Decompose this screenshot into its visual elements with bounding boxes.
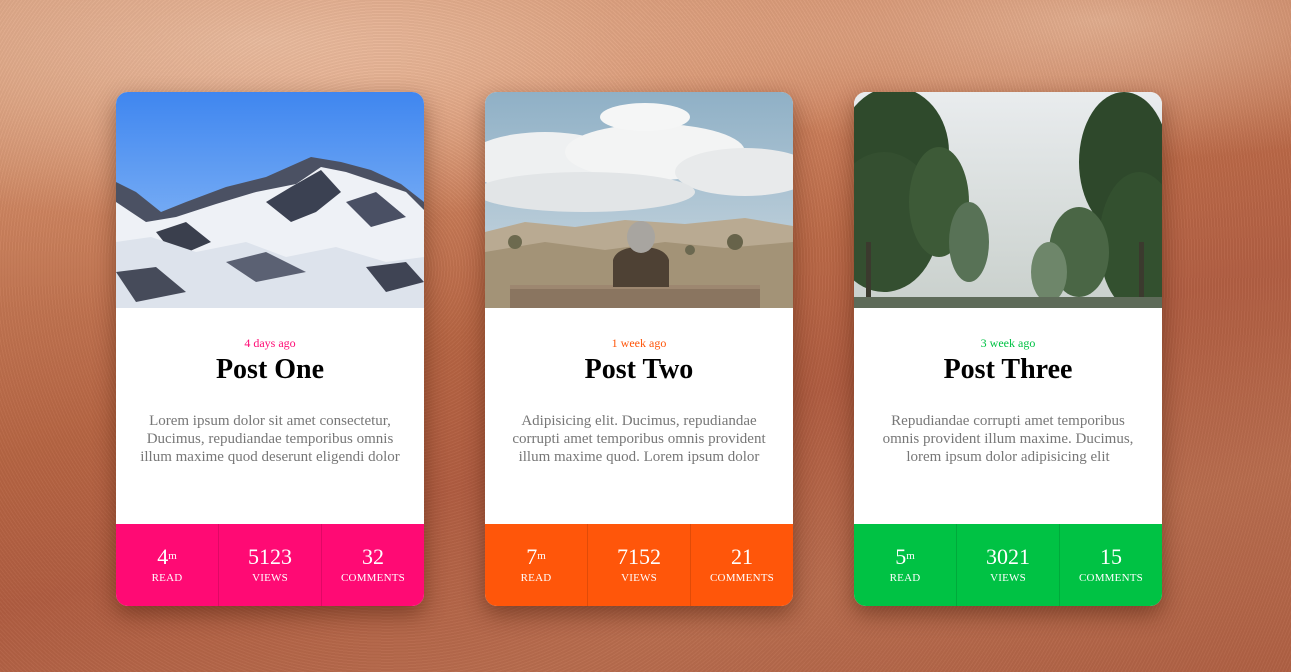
read-label: READ <box>889 572 921 584</box>
views-label: VIEWS <box>990 572 1026 584</box>
read-time-number: 5 <box>895 544 907 569</box>
post-title[interactable]: Post Two <box>507 353 771 387</box>
read-time-value: 4m <box>157 545 177 569</box>
comments-label: COMMENTS <box>1079 572 1143 584</box>
post-date: 4 days ago <box>244 336 296 350</box>
card-stats: 5m READ 3021 VIEWS 15 COMMENTS <box>854 524 1162 606</box>
card-body: 4 days ago Post One Lorem ipsum dolor si… <box>116 308 424 524</box>
comments-label: COMMENTS <box>341 572 405 584</box>
comments-value: 15 <box>1100 544 1122 569</box>
card-image <box>116 92 424 308</box>
card-image <box>485 92 793 308</box>
read-time-number: 7 <box>526 544 538 569</box>
stat-comments[interactable]: 32 COMMENTS <box>321 524 424 606</box>
views-value: 3021 <box>986 544 1030 569</box>
post-card[interactable]: 4 days ago Post One Lorem ipsum dolor si… <box>116 92 424 606</box>
stat-views: 7152 VIEWS <box>587 524 690 606</box>
stat-comments[interactable]: 15 COMMENTS <box>1059 524 1162 606</box>
views-label: VIEWS <box>252 572 288 584</box>
post-excerpt: Adipisicing elit. Ducimus, repudiandae c… <box>512 413 766 465</box>
card-body: 3 week ago Post Three Repudiandae corrup… <box>854 308 1162 524</box>
stat-views: 5123 VIEWS <box>218 524 321 606</box>
views-value: 7152 <box>617 544 661 569</box>
read-time-unit: m <box>537 550 546 562</box>
comments-value: 21 <box>731 544 753 569</box>
person-on-bench-image <box>485 92 793 308</box>
card-stats: 4m READ 5123 VIEWS 32 COMMENTS <box>116 524 424 606</box>
stat-views: 3021 VIEWS <box>956 524 1059 606</box>
post-date: 1 week ago <box>611 336 667 350</box>
card-stats: 7m READ 7152 VIEWS 21 COMMENTS <box>485 524 793 606</box>
comments-label: COMMENTS <box>710 572 774 584</box>
post-excerpt: Repudiandae corrupti amet temporibus omn… <box>882 413 1134 465</box>
read-time-number: 4 <box>157 544 169 569</box>
snowy-mountain-image <box>116 92 424 308</box>
read-label: READ <box>520 572 552 584</box>
tree-lined-road-image <box>854 92 1162 308</box>
read-label: READ <box>151 572 183 584</box>
stat-read: 4m READ <box>116 524 218 606</box>
stat-comments[interactable]: 21 COMMENTS <box>690 524 793 606</box>
read-time-unit: m <box>906 550 915 562</box>
card-image <box>854 92 1162 308</box>
card-body: 1 week ago Post Two Adipisicing elit. Du… <box>485 308 793 524</box>
stat-read: 7m READ <box>485 524 587 606</box>
stat-read: 5m READ <box>854 524 956 606</box>
post-date: 3 week ago <box>980 336 1036 350</box>
card-grid: 4 days ago Post One Lorem ipsum dolor si… <box>116 92 1162 606</box>
read-time-unit: m <box>168 550 177 562</box>
views-label: VIEWS <box>621 572 657 584</box>
post-title[interactable]: Post Three <box>876 353 1140 387</box>
post-card[interactable]: 3 week ago Post Three Repudiandae corrup… <box>854 92 1162 606</box>
views-value: 5123 <box>248 544 292 569</box>
comments-value: 32 <box>362 544 384 569</box>
read-time-value: 7m <box>526 545 546 569</box>
post-excerpt: Lorem ipsum dolor sit amet consectetur, … <box>140 413 400 465</box>
read-time-value: 5m <box>895 545 915 569</box>
post-card[interactable]: 1 week ago Post Two Adipisicing elit. Du… <box>485 92 793 606</box>
post-title[interactable]: Post One <box>138 353 402 387</box>
